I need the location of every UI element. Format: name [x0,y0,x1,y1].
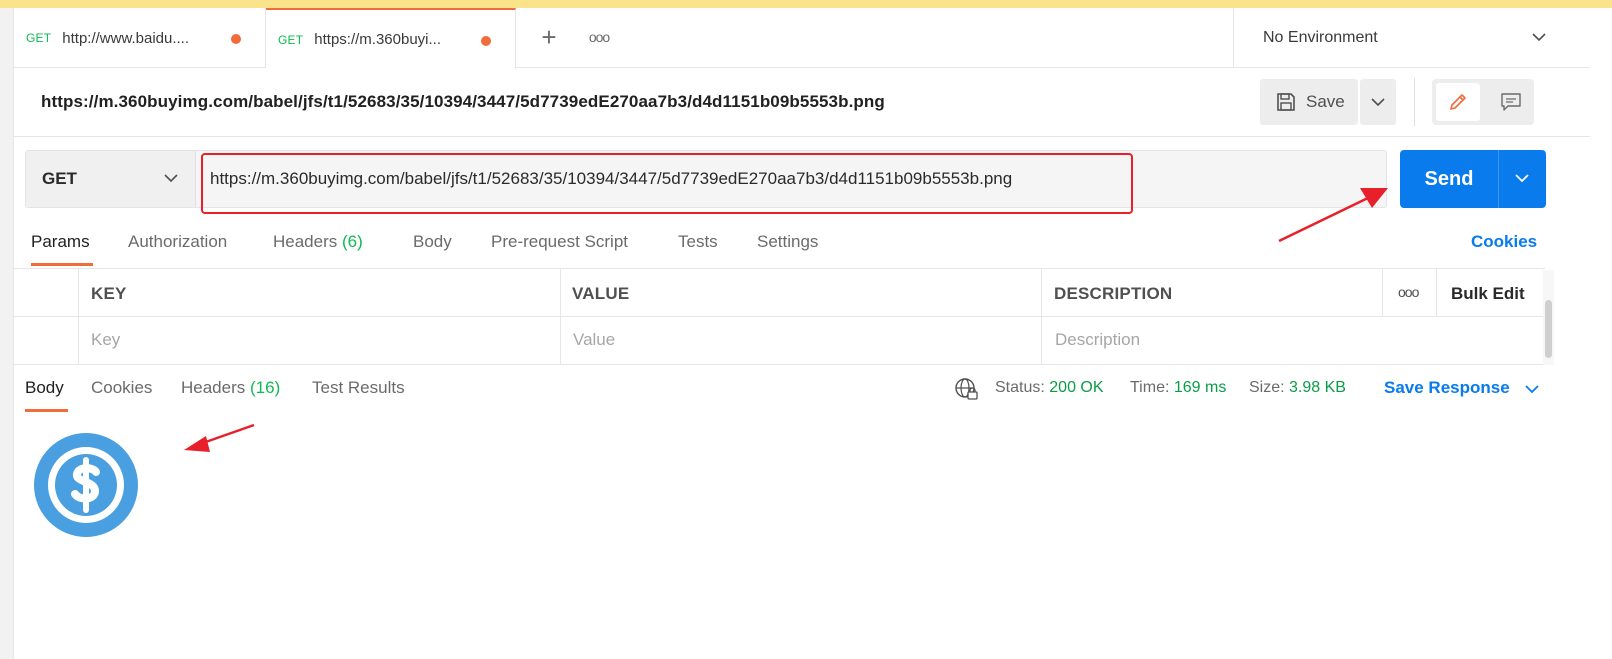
request-tab-baidu[interactable]: GET http://www.baidu.... [14,8,266,68]
chevron-down-icon [164,174,178,183]
divider [1414,78,1415,126]
send-button[interactable]: Send [1400,150,1498,208]
time-value: 169 ms [1173,379,1227,396]
column-divider [78,269,79,365]
size-value: 3.98 KB [1289,379,1346,396]
bulk-edit-button[interactable]: Bulk Edit [1451,284,1525,304]
comment-icon [1501,93,1521,111]
save-disk-icon [1277,93,1295,111]
edit-mode-button[interactable] [1436,83,1480,121]
chevron-down-icon [1371,98,1385,107]
dollar-coin-icon [34,433,138,537]
comments-button[interactable] [1490,83,1530,121]
left-sidebar-edge [0,8,14,659]
column-header-key: KEY [91,284,127,303]
tab-params[interactable]: Params [31,232,90,252]
tab-method: GET [278,32,304,47]
params-table-header [14,269,1545,317]
column-header-description: DESCRIPTION [1054,284,1173,303]
column-header-value: VALUE [572,284,630,303]
save-button[interactable]: Save [1260,79,1358,125]
new-tab-plus-icon[interactable]: + [534,22,564,52]
param-key-input[interactable] [91,330,531,350]
chevron-down-icon [1532,33,1546,42]
request-tab-360buyimg[interactable]: GET https://m.360buyi... [266,8,516,69]
environment-select[interactable]: No Environment [1233,8,1590,68]
param-value-cell [573,330,1013,350]
request-tabs-bar: GET http://www.baidu.... GET https://m.3… [14,8,1590,69]
save-label: Save [1306,92,1345,111]
request-title[interactable]: https://m.360buyimg.com/babel/jfs/t1/526… [41,92,885,112]
method-select[interactable]: GET [26,151,196,207]
size-label: Size: [1249,379,1285,396]
tab-body[interactable]: Body [413,232,452,252]
save-options-button[interactable] [1360,79,1396,125]
status-readout: Status: 200 OK [995,379,1104,397]
save-response-button[interactable]: Save Response [1384,378,1539,398]
column-divider [560,269,561,365]
cookies-link[interactable]: Cookies [1471,232,1537,252]
param-description-input[interactable] [1055,330,1495,350]
params-table: KEY VALUE DESCRIPTION ooo Bulk Edit [14,268,1545,365]
scrollbar-thumb[interactable] [1545,300,1552,358]
right-edge [1590,8,1612,659]
column-divider [1041,269,1042,365]
unsaved-dot-icon [481,36,491,46]
tab-pre-request-script[interactable]: Pre-request Script [491,232,628,252]
chevron-down-icon [1525,385,1539,394]
view-mode-toggle [1432,79,1534,125]
response-header-bar: Body Cookies Headers (16) Test Results S… [14,366,1554,414]
time-label: Time: [1130,379,1170,396]
tab-label: http://www.baidu.... [62,29,190,47]
unsaved-dot-icon [231,34,241,44]
param-value-input[interactable] [573,330,1013,350]
tab-authorization[interactable]: Authorization [128,232,227,252]
table-options-icon[interactable]: ooo [1398,284,1419,300]
response-tab-headers[interactable]: Headers (16) [181,378,280,398]
send-button-group: Send [1400,150,1546,208]
response-tab-test-results[interactable]: Test Results [312,378,405,398]
tab-method: GET [26,31,52,45]
headers-count-badge: (6) [342,232,363,251]
tab-settings[interactable]: Settings [757,232,818,252]
active-tab-indicator [31,263,93,266]
response-tab-body[interactable]: Body [25,378,64,398]
response-tab-cookies[interactable]: Cookies [91,378,152,398]
tab-label: https://m.360buyi... [314,31,442,48]
request-config-tabs: Params Authorization Headers (6) Body Pr… [14,220,1554,268]
response-headers-count-badge: (16) [250,378,281,397]
arrow-to-response-image [184,423,255,452]
top-banner [0,0,1612,8]
param-description-cell [1055,330,1495,350]
chevron-down-icon [1515,174,1529,183]
time-readout: Time: 169 ms [1130,379,1226,397]
response-headers-label: Headers [181,378,246,397]
column-divider [1382,269,1383,317]
send-options-button[interactable] [1499,150,1546,208]
status-value: 200 OK [1049,379,1104,396]
tabs-more-icon[interactable]: ooo [586,24,612,50]
environment-label: No Environment [1263,29,1378,46]
active-tab-indicator [25,409,68,412]
method-label: GET [42,169,77,188]
tab-headers[interactable]: Headers (6) [273,232,363,252]
status-label: Status: [995,379,1045,396]
size-readout: Size: 3.98 KB [1249,379,1346,397]
tab-tests[interactable]: Tests [678,232,718,252]
pencil-icon [1450,94,1466,110]
param-key-cell [91,330,531,350]
save-response-label: Save Response [1384,378,1510,397]
annotation-highlight-box [201,153,1133,214]
tab-headers-label: Headers [273,232,338,251]
globe-lock-icon[interactable] [954,377,978,401]
column-divider [1436,269,1437,317]
request-title-bar: https://m.360buyimg.com/babel/jfs/t1/526… [14,68,1590,137]
